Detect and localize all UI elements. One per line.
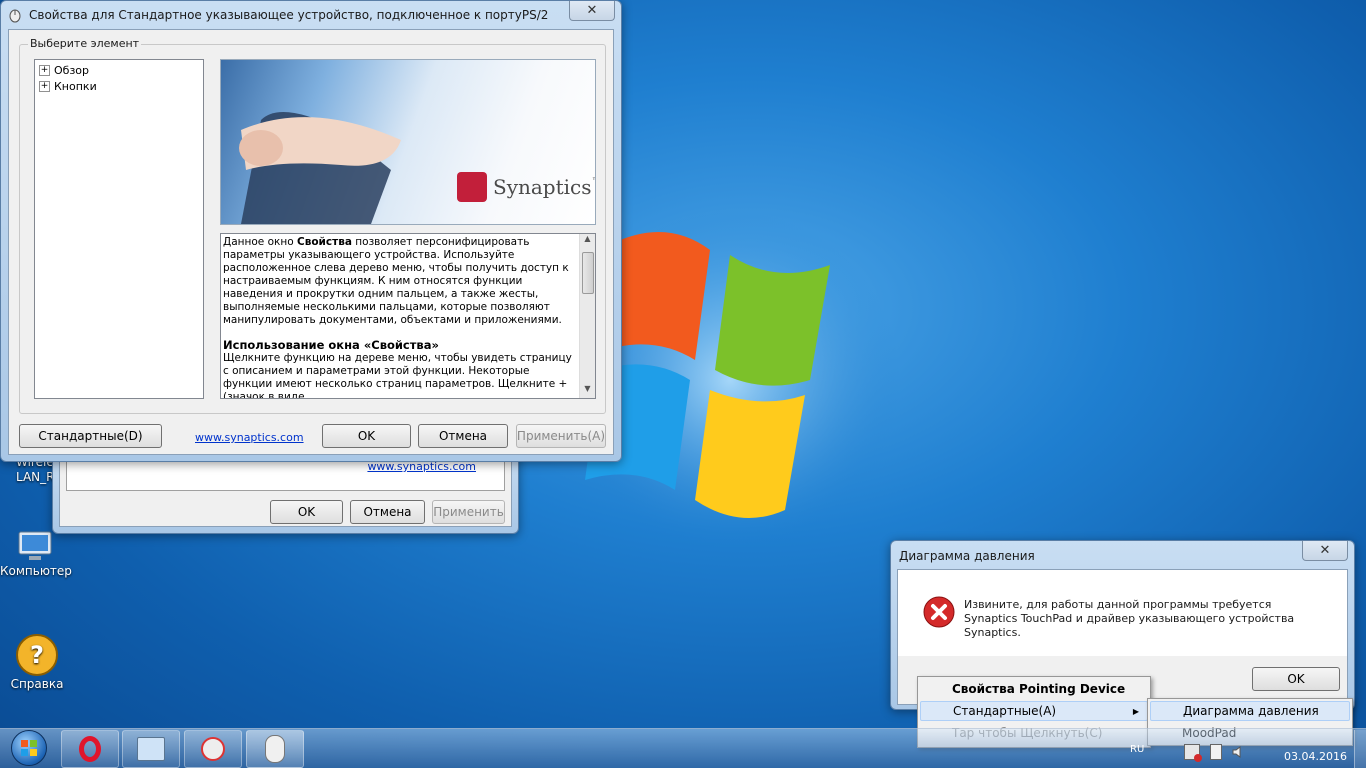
synaptics-website-link[interactable]: www.synaptics.com xyxy=(195,431,304,444)
group-label: Выберите элемент xyxy=(28,37,142,50)
desc-text: Данное окно xyxy=(223,236,297,248)
opera-icon xyxy=(79,736,101,762)
submenu-arrow-icon: ▶ xyxy=(1132,706,1139,716)
close-icon: ✕ xyxy=(586,3,598,18)
expand-icon[interactable]: + xyxy=(39,64,50,76)
error-icon xyxy=(923,596,955,628)
desc-heading: Использование окна «Свойства» xyxy=(223,338,439,352)
network-icon[interactable] xyxy=(1184,744,1202,762)
network-error-icon xyxy=(1194,754,1202,762)
desc-bold: Свойства xyxy=(296,236,352,248)
synaptics-logo: Synaptics ™ xyxy=(457,172,595,202)
error-message: Извините, для работы данной программы тр… xyxy=(964,598,1295,639)
mouse-icon xyxy=(265,735,285,763)
control-panel-icon xyxy=(137,737,165,761)
volume-icon[interactable] xyxy=(1232,744,1246,758)
scroll-up-icon[interactable]: ▲ xyxy=(580,234,595,248)
taskbar-mouse-properties[interactable] xyxy=(246,730,304,768)
desc-text: Щелкните функцию на дереве меню, чтобы у… xyxy=(223,352,572,399)
back-cancel-button[interactable]: Отмена xyxy=(350,500,425,524)
back-apply-button[interactable]: Применить xyxy=(432,500,505,524)
description-scrollbar[interactable]: ▲ ▼ xyxy=(579,234,595,398)
desc-text: позволяет персонифицировать параметры ук… xyxy=(223,236,569,326)
close-icon: ✕ xyxy=(1319,543,1331,558)
scroll-down-icon[interactable]: ▼ xyxy=(580,384,595,398)
dialog-title: Диаграмма давления xyxy=(899,549,1035,563)
brand-tm: ™ xyxy=(592,177,595,187)
tree-item-label: Кнопки xyxy=(54,79,97,93)
menu-item-label: Стандартные(A) xyxy=(953,704,1057,718)
window-title: Свойства для Стандартное указывающее уст… xyxy=(29,8,549,22)
action-center-icon[interactable] xyxy=(1210,744,1222,760)
tree-view[interactable]: + Обзор + Кнопки xyxy=(34,59,204,399)
dialog-close-button[interactable]: ✕ xyxy=(1302,541,1348,561)
defaults-button[interactable]: Стандартные(D) xyxy=(19,424,162,448)
tree-item-label: Обзор xyxy=(54,63,90,77)
synaptics-banner: Synaptics ™ xyxy=(220,59,596,225)
back-ok-button[interactable]: OK xyxy=(270,500,343,524)
description-content: Данное окно Свойства позволяет персонифи… xyxy=(223,236,575,399)
computer-icon xyxy=(15,530,55,564)
show-desktop-button[interactable] xyxy=(1354,730,1366,768)
finger-image xyxy=(221,60,401,224)
apply-button[interactable]: Применить(A) xyxy=(516,424,606,448)
taskbar-control-panel[interactable] xyxy=(122,730,180,768)
select-element-group: Выберите элемент + Обзор + Кнопки Synapt… xyxy=(19,37,606,414)
ok-button[interactable]: OK xyxy=(322,424,411,448)
scroll-thumb[interactable] xyxy=(582,252,594,294)
svg-text:?: ? xyxy=(30,641,44,669)
dialog-ok-button[interactable]: OK xyxy=(1252,667,1340,691)
taskbar-opera[interactable] xyxy=(61,730,119,768)
desktop-icon-help[interactable]: ? Справка xyxy=(2,633,72,691)
properties-window: Свойства для Стандартное указывающее уст… xyxy=(0,0,622,462)
clock-date[interactable]: 03.04.2016 xyxy=(1284,750,1347,763)
mouse-icon xyxy=(7,7,23,23)
desktop-icon-label: Компьютер xyxy=(0,564,72,578)
windows-start-icon xyxy=(11,730,47,766)
menu-item-standard[interactable]: Стандартные(A) ▶ xyxy=(920,701,1148,721)
synaptics-logo-icon xyxy=(457,172,487,202)
brand-name: Synaptics xyxy=(493,175,592,199)
taskbar-tools[interactable] xyxy=(184,730,242,768)
close-button[interactable]: ✕ xyxy=(569,1,615,21)
expand-icon[interactable]: + xyxy=(39,80,50,92)
language-indicator[interactable]: RU xyxy=(1130,744,1144,755)
description-box[interactable]: Данное окно Свойства позволяет персонифи… xyxy=(220,233,596,399)
help-icon: ? xyxy=(15,633,59,677)
start-button[interactable] xyxy=(4,729,54,767)
desktop-icon-label: Справка xyxy=(10,677,64,691)
tools-icon xyxy=(201,737,225,761)
menu-item-pointing-device-properties[interactable]: Свойства Pointing Device xyxy=(920,679,1148,699)
desktop-icon-computer[interactable]: Компьютер xyxy=(0,530,72,578)
tree-item-overview[interactable]: + Обзор xyxy=(39,62,89,78)
dialog-message-area: Извините, для работы данной программы тр… xyxy=(898,570,1347,656)
menu-item-pressure-chart[interactable]: Диаграмма давления xyxy=(1150,701,1350,721)
cancel-button[interactable]: Отмена xyxy=(418,424,508,448)
tree-item-buttons[interactable]: + Кнопки xyxy=(39,78,97,94)
window-client: Выберите элемент + Обзор + Кнопки Synapt… xyxy=(8,29,614,455)
